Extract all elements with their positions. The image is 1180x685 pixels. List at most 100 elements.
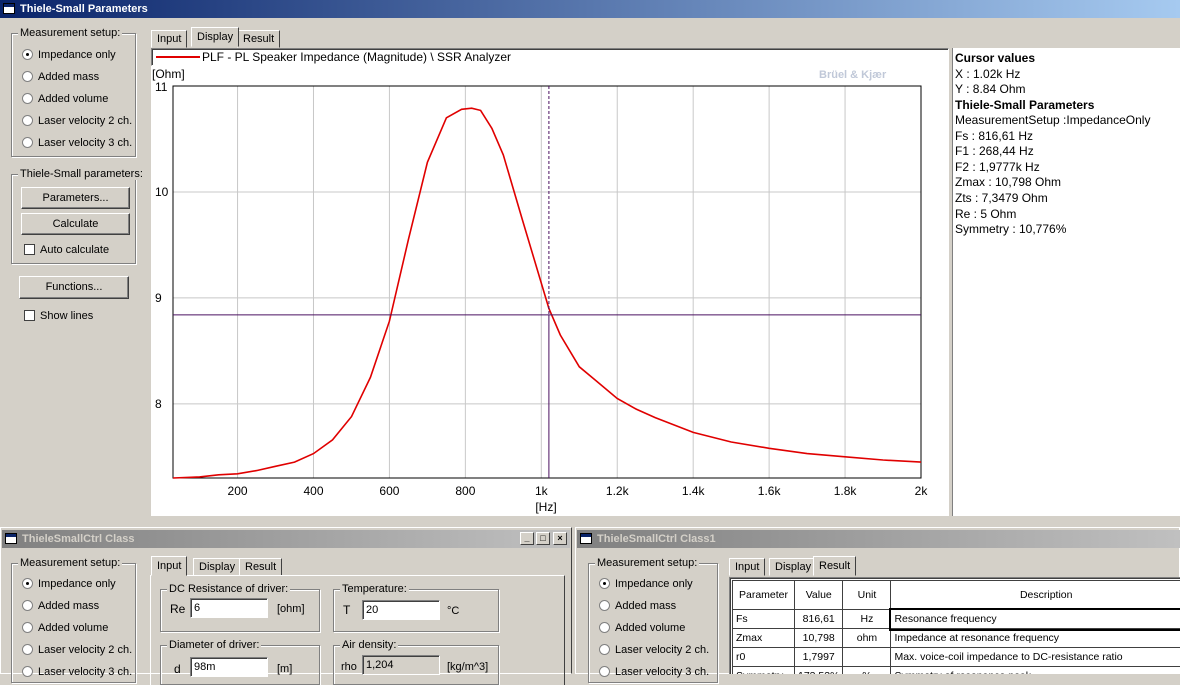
ctrl1-tab-input[interactable]: Input <box>729 558 765 576</box>
table-row[interactable]: Symmetry173,53%%Symmetry of resonance pe… <box>733 667 1180 675</box>
main-title-bar[interactable]: Thiele-Small Parameters <box>0 0 1180 18</box>
table-cell[interactable]: Max. voice-coil impedance to DC-resistan… <box>891 648 1180 667</box>
show-lines-checkbox[interactable]: Show lines <box>24 309 93 323</box>
main-window-radio-option[interactable]: Impedance only <box>22 48 116 62</box>
rho-label: rho <box>341 661 357 673</box>
table-cell[interactable]: 1,7997 <box>795 648 843 667</box>
table-cell[interactable]: r0 <box>733 648 795 667</box>
ctrl1-window-radio-option[interactable]: Added volume <box>599 621 685 635</box>
x-tick-label: 200 <box>228 484 248 498</box>
window-icon <box>580 533 592 544</box>
ctrl-window-radio-option[interactable]: Added volume <box>22 621 108 635</box>
checkbox-box[interactable] <box>24 244 35 255</box>
air-density-title: Air density: <box>340 639 398 651</box>
column-header[interactable]: Unit <box>843 581 891 610</box>
tab-result[interactable]: Result <box>237 30 280 48</box>
auto-calculate-checkbox[interactable]: Auto calculate <box>24 243 109 257</box>
column-header[interactable]: Parameter <box>733 581 795 610</box>
radio-button[interactable] <box>22 71 33 82</box>
parameters-button[interactable]: Parameters... <box>21 187 130 209</box>
result-table[interactable]: ParameterValueUnitDescriptionFs816,61HzR… <box>732 580 1180 674</box>
cursor-x-value: X : 1.02k Hz <box>955 67 1020 81</box>
radio-button[interactable] <box>599 666 610 677</box>
checkbox-box[interactable] <box>24 310 35 321</box>
table-cell[interactable]: Impedance at resonance frequency <box>891 629 1180 648</box>
table-cell[interactable] <box>843 648 891 667</box>
ts-parameters-title: Thiele-Small parameters: <box>18 168 145 180</box>
functions-button[interactable]: Functions... <box>19 276 129 299</box>
radio-button[interactable] <box>22 622 33 633</box>
table-cell[interactable]: 816,61 <box>795 610 843 629</box>
ctrl-tab-input[interactable]: Input <box>151 556 187 576</box>
table-cell[interactable]: Zmax <box>733 629 795 648</box>
radio-button[interactable] <box>22 578 33 589</box>
ctrl-tab-display[interactable]: Display <box>193 558 241 576</box>
radio-button[interactable] <box>22 600 33 611</box>
legend-line-swatch <box>156 56 200 58</box>
rho-input[interactable]: 1,204 <box>362 655 440 675</box>
radio-button[interactable] <box>22 644 33 655</box>
temperature-input[interactable]: 20 <box>362 600 440 620</box>
ctrl-window-radio-option[interactable]: Added mass <box>22 599 99 613</box>
ts-parameter-line: Fs : 816,61 Hz <box>955 129 1033 143</box>
minimize-button[interactable]: _ <box>520 532 534 545</box>
ctrl1-tab-display[interactable]: Display <box>769 558 817 576</box>
radio-button[interactable] <box>22 49 33 60</box>
radio-button[interactable] <box>599 644 610 655</box>
ctrl-window-radio-option[interactable]: Laser velocity 2 ch. <box>22 643 132 657</box>
auto-calculate-label: Auto calculate <box>40 244 109 256</box>
table-cell[interactable]: Hz <box>843 610 891 629</box>
radio-button[interactable] <box>599 578 610 589</box>
ctrl-measurement-setup-title: Measurement setup: <box>18 557 122 569</box>
y-tick-label: 11 <box>155 80 168 94</box>
column-header[interactable]: Value <box>795 581 843 610</box>
radio-button[interactable] <box>599 622 610 633</box>
table-cell[interactable]: % <box>843 667 891 675</box>
x-axis-label: [Hz] <box>535 500 556 514</box>
table-row[interactable]: Zmax10,798ohmImpedance at resonance freq… <box>733 629 1180 648</box>
table-row[interactable]: r01,7997 Max. voice-coil impedance to DC-… <box>733 648 1180 667</box>
main-window-radio-option[interactable]: Added volume <box>22 92 108 106</box>
main-window-radio-option[interactable]: Added mass <box>22 70 99 84</box>
table-cell[interactable]: Fs <box>733 610 795 629</box>
impedance-chart[interactable]: Brüel & Kjær [Ohm] [Hz] 2004006008001k1.… <box>151 66 949 516</box>
re-input[interactable]: 6 <box>190 598 268 618</box>
ctrl-window-radio-option[interactable]: Laser velocity 3 ch. <box>22 665 132 679</box>
ctrl-window-radio-option[interactable]: Impedance only <box>22 577 116 591</box>
calculate-button[interactable]: Calculate <box>21 213 130 235</box>
table-row[interactable]: Fs816,61HzResonance frequency <box>733 610 1180 629</box>
main-window-radio-option[interactable]: Laser velocity 3 ch. <box>22 136 132 150</box>
ctrl1-window-radio-option[interactable]: Laser velocity 3 ch. <box>599 665 709 679</box>
table-cell[interactable]: Symmetry <box>733 667 795 675</box>
diameter-input[interactable]: 98m <box>190 657 268 677</box>
ts-parameter-line: Re : 5 Ohm <box>955 207 1016 221</box>
ctrl-title-bar[interactable]: ThieleSmallCtrl Class _ □ × <box>2 530 570 548</box>
ctrl1-tab-result[interactable]: Result <box>813 556 856 576</box>
radio-button[interactable] <box>22 137 33 148</box>
ctrl1-window-radio-option[interactable]: Laser velocity 2 ch. <box>599 643 709 657</box>
table-cell[interactable]: 173,53% <box>795 667 843 675</box>
maximize-button[interactable]: □ <box>536 532 550 545</box>
y-tick-label: 9 <box>155 291 162 305</box>
cursor-y-value: Y : 8.84 Ohm <box>955 82 1025 96</box>
ctrl-tab-result[interactable]: Result <box>239 558 282 576</box>
main-window-radio-option[interactable]: Laser velocity 2 ch. <box>22 114 132 128</box>
radio-button[interactable] <box>22 115 33 126</box>
table-cell[interactable]: Resonance frequency <box>891 610 1180 629</box>
column-header[interactable]: Description <box>891 581 1180 610</box>
t-unit: °C <box>447 605 459 617</box>
ctrl1-window-radio-option[interactable]: Impedance only <box>599 577 693 591</box>
table-cell[interactable]: 10,798 <box>795 629 843 648</box>
tab-display[interactable]: Display <box>191 27 239 47</box>
tab-input[interactable]: Input <box>151 30 187 48</box>
table-cell[interactable]: Symmetry of resonance peak <box>891 667 1180 675</box>
ctrl1-title-bar[interactable]: ThieleSmallCtrl Class1 <box>577 530 1180 548</box>
close-button[interactable]: × <box>553 532 567 545</box>
radio-button[interactable] <box>22 93 33 104</box>
radio-button[interactable] <box>599 600 610 611</box>
radio-label: Impedance only <box>38 578 116 590</box>
table-cell[interactable]: ohm <box>843 629 891 648</box>
ts-parameters-heading: Thiele-Small Parameters <box>955 98 1094 112</box>
radio-button[interactable] <box>22 666 33 677</box>
ctrl1-window-radio-option[interactable]: Added mass <box>599 599 676 613</box>
